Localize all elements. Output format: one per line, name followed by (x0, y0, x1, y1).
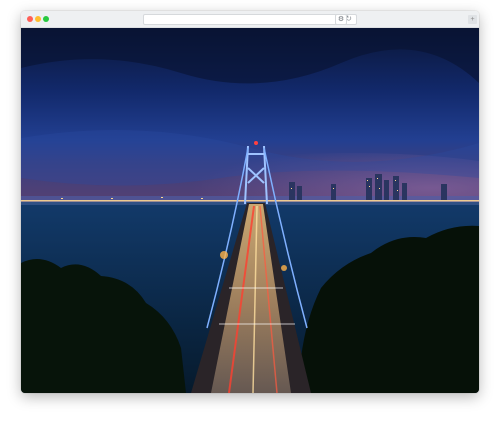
maximize-window-button[interactable] (43, 16, 49, 22)
browser-titlebar: ↻ ⚙ + (21, 11, 479, 28)
address-bar[interactable]: ↻ (143, 14, 357, 25)
browser-window: ↻ ⚙ + (21, 11, 479, 393)
extension-icon[interactable]: ⚙ (335, 14, 347, 25)
new-tab-button[interactable]: + (468, 15, 477, 24)
close-window-button[interactable] (27, 16, 33, 22)
page-viewport (21, 28, 479, 393)
minimize-window-button[interactable] (35, 16, 41, 22)
hero-photo (21, 28, 479, 393)
